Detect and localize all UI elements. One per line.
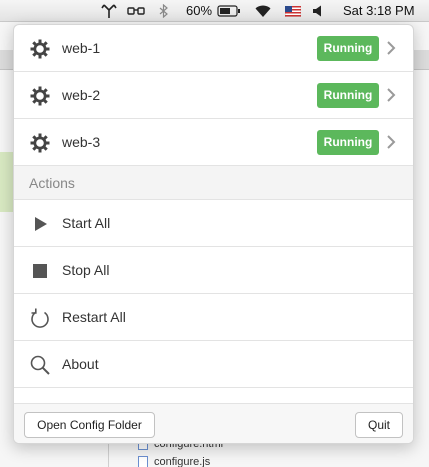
open-config-folder-button[interactable]: Open Config Folder	[24, 412, 155, 438]
glasses-icon[interactable]	[126, 3, 146, 19]
start-all-item[interactable]: Start All	[14, 200, 413, 247]
server-name: web-1	[62, 40, 101, 56]
gear-icon	[30, 86, 50, 106]
menu-bar: 60% Sat 3:18 PM	[0, 0, 429, 22]
status-menu-popover: web-1 Running web-2 Running web-3 Runnin…	[13, 24, 414, 444]
server-row-web-1[interactable]: web-1 Running	[14, 25, 413, 72]
gear-icon	[30, 133, 50, 153]
file-icon	[138, 456, 148, 467]
play-icon	[35, 217, 47, 231]
magnifier-icon	[30, 355, 50, 375]
background-file-item[interactable]: configure.js	[138, 455, 210, 467]
action-label: Stop All	[62, 262, 110, 278]
server-name: web-2	[62, 87, 101, 103]
menu-footer: Open Config Folder Quit	[14, 403, 413, 443]
bluetooth-icon[interactable]	[157, 3, 169, 19]
server-row-web-2[interactable]: web-2 Running	[14, 72, 413, 119]
stop-icon	[33, 264, 47, 278]
status-badge: Running	[317, 130, 379, 155]
stop-all-item[interactable]: Stop All	[14, 247, 413, 294]
server-name: web-3	[62, 134, 101, 150]
restart-all-item[interactable]: Restart All	[14, 294, 413, 341]
background-file-name: configure.js	[154, 456, 211, 467]
quit-button[interactable]: Quit	[355, 412, 403, 438]
restart-icon	[31, 308, 49, 328]
action-label: About	[62, 356, 99, 372]
server-row-web-3[interactable]: web-3 Running	[14, 119, 413, 166]
gear-icon	[30, 39, 50, 59]
status-badge: Running	[317, 83, 379, 108]
status-badge: Running	[317, 36, 379, 61]
us-flag-icon[interactable]	[284, 3, 302, 19]
wifi-icon[interactable]	[253, 3, 273, 19]
action-label: Start All	[62, 215, 111, 231]
battery-percent: 60%	[186, 3, 213, 18]
battery-icon[interactable]	[216, 3, 242, 19]
actions-section-header: Actions	[14, 166, 413, 200]
chevron-right-icon	[387, 135, 396, 149]
actions-header-label: Actions	[29, 175, 75, 191]
action-label: Restart All	[62, 309, 126, 325]
menubar-clock[interactable]: Sat 3:18 PM	[343, 3, 415, 19]
chevron-right-icon	[387, 88, 396, 102]
antenna-icon[interactable]	[100, 3, 118, 19]
volume-icon[interactable]	[310, 3, 324, 19]
chevron-right-icon	[387, 41, 396, 55]
about-item[interactable]: About	[14, 341, 413, 388]
